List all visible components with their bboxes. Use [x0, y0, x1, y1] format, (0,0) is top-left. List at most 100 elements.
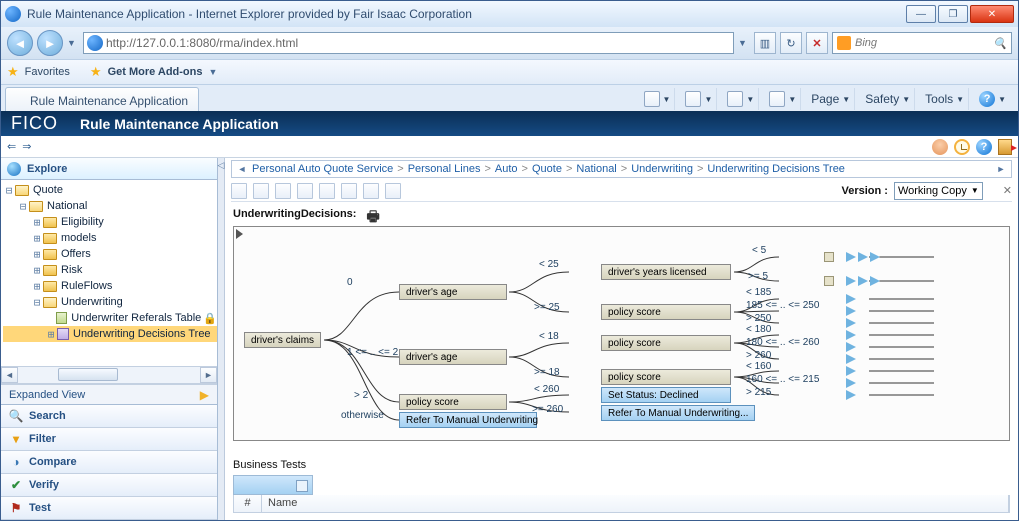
maximize-button[interactable]: ❐ [938, 5, 968, 23]
breadcrumb-item[interactable]: National [576, 163, 616, 175]
app-help-icon[interactable]: ? [976, 139, 992, 155]
sidebar-header-explore[interactable]: Explore [1, 158, 217, 180]
tb-print-icon[interactable] [385, 183, 401, 199]
logout-icon[interactable] [998, 139, 1012, 155]
leaf-action[interactable] [846, 318, 856, 328]
address-bar[interactable] [83, 32, 734, 54]
leaf-action[interactable] [846, 390, 856, 400]
leaf-action[interactable] [846, 306, 856, 316]
section-print-icon[interactable]: 🖶 [366, 206, 382, 222]
close-editor-icon[interactable]: ✕ [1003, 184, 1012, 197]
node-root[interactable]: driver's claims [244, 332, 321, 348]
breadcrumb-item[interactable]: Quote [532, 163, 562, 175]
addons-link[interactable]: Get More Add-ons [108, 66, 203, 78]
history-dropdown[interactable]: ▼ [67, 38, 79, 48]
addons-dropdown[interactable]: ▼ [209, 67, 221, 77]
tb-saveall-icon[interactable] [275, 183, 291, 199]
back-button[interactable]: ◄ [7, 30, 33, 56]
tree-node-offers[interactable]: ⊞Offers [3, 246, 217, 262]
search-box[interactable]: Bing 🔍 [832, 32, 1012, 54]
breadcrumb-item[interactable]: Personal Auto Quote Service [252, 163, 393, 175]
tree-node-models[interactable]: ⊞models [3, 230, 217, 246]
forward-button[interactable]: ► [37, 30, 63, 56]
user-icon[interactable] [932, 139, 948, 155]
col-number[interactable]: # [234, 495, 262, 512]
col-name[interactable]: Name [262, 495, 1009, 512]
bc-scroll-right[interactable]: ► [995, 164, 1007, 174]
page-tab[interactable]: Rule Maintenance Application [5, 87, 199, 111]
leaf-end[interactable] [824, 276, 834, 286]
tb-step-icon[interactable] [319, 183, 335, 199]
go-back-icon[interactable]: ⇐ [7, 140, 16, 153]
leaf-action[interactable] [870, 252, 880, 262]
print-button[interactable]: ▼ [765, 88, 801, 110]
tree-node-ruleflows[interactable]: ⊞RuleFlows [3, 278, 217, 294]
leaf-action[interactable] [858, 276, 868, 286]
page-menu[interactable]: Page▼ [807, 88, 855, 110]
node-declined[interactable]: Set Status: Declined [601, 387, 731, 403]
leaf-action[interactable] [858, 252, 868, 262]
help-menu[interactable]: ?▼ [975, 88, 1010, 110]
home-button[interactable]: ▼ [640, 88, 676, 110]
tb-wand-icon[interactable] [297, 183, 313, 199]
tree-node-uw-referrals[interactable]: Underwriter Referals Table🔒 [3, 310, 217, 326]
stop-button[interactable]: ✕ [806, 32, 828, 54]
decision-canvas[interactable]: driver's claims 0 1 <= .. <= 2 > 2 other… [233, 226, 1010, 441]
tree-node-underwriting[interactable]: ⊟Underwriting [3, 294, 217, 310]
node-policy-2[interactable]: policy score [399, 394, 507, 410]
star-icon[interactable]: ★ [7, 64, 19, 80]
hscroll-left[interactable]: ◄ [1, 367, 18, 383]
accordion-verify[interactable]: ✔Verify [1, 474, 217, 497]
tb-branch-icon[interactable] [341, 183, 357, 199]
node-policy-a[interactable]: policy score [601, 304, 731, 320]
leaf-action[interactable] [846, 330, 856, 340]
tb-open-icon[interactable] [231, 183, 247, 199]
leaf-action[interactable] [846, 342, 856, 352]
mail-button[interactable]: ▼ [723, 88, 759, 110]
breadcrumb-item[interactable]: Personal Lines [408, 163, 481, 175]
url-input[interactable] [106, 36, 733, 50]
node-refer-oth[interactable]: Refer To Manual Underwriting [399, 412, 537, 428]
tree-node-quote[interactable]: ⊟Quote [3, 182, 217, 198]
business-tests-tab[interactable] [233, 475, 313, 495]
breadcrumb-item[interactable]: Auto [495, 163, 518, 175]
accordion-search[interactable]: 🔍Search [1, 405, 217, 428]
node-policy-c[interactable]: policy score [601, 369, 731, 385]
node-policy-b[interactable]: policy score [601, 335, 731, 351]
minimize-button[interactable]: — [906, 5, 936, 23]
tree-node-eligibility[interactable]: ⊞Eligibility [3, 214, 217, 230]
leaf-action[interactable] [846, 252, 856, 262]
splitter[interactable]: ◁ [218, 158, 225, 520]
leaf-end[interactable] [824, 252, 834, 262]
hscroll-track[interactable] [18, 367, 200, 383]
hscroll-right[interactable]: ► [200, 367, 217, 383]
feeds-button[interactable]: ▼ [681, 88, 717, 110]
tree-node-national[interactable]: ⊟National [3, 198, 217, 214]
hscroll-thumb[interactable] [58, 368, 118, 381]
search-go-icon[interactable]: 🔍 [993, 37, 1007, 50]
url-dropdown[interactable]: ▼ [738, 38, 750, 48]
leaf-action[interactable] [846, 378, 856, 388]
node-age-1[interactable]: driver's age [399, 349, 507, 365]
tools-menu[interactable]: Tools▼ [921, 88, 969, 110]
expanded-view-toggle[interactable]: Expanded View ▶ [1, 384, 217, 404]
leaf-action[interactable] [846, 354, 856, 364]
tree-node-uw-tree[interactable]: ⊞Underwriting Decisions Tree [3, 326, 217, 342]
go-fwd-icon[interactable]: ⇒ [22, 140, 31, 153]
tb-save-icon[interactable] [253, 183, 269, 199]
favorites-label[interactable]: Favorites [25, 66, 70, 78]
compat-button[interactable]: ▥ [754, 32, 776, 54]
accordion-test[interactable]: ⚑Test [1, 497, 217, 520]
accordion-compare[interactable]: ◑Compare [1, 451, 217, 474]
node-refer-ell[interactable]: Refer To Manual Underwriting... [601, 405, 755, 421]
node-age-0[interactable]: driver's age [399, 284, 507, 300]
accordion-filter[interactable]: ▾Filter [1, 428, 217, 451]
tree-node-risk[interactable]: ⊞Risk [3, 262, 217, 278]
bc-scroll-left[interactable]: ◄ [236, 164, 248, 174]
clock-icon[interactable] [954, 139, 970, 155]
refresh-button[interactable]: ↻ [780, 32, 802, 54]
leaf-action[interactable] [870, 276, 880, 286]
leaf-action[interactable] [846, 366, 856, 376]
breadcrumb-item[interactable]: Underwriting [631, 163, 693, 175]
tb-up-icon[interactable] [363, 183, 379, 199]
